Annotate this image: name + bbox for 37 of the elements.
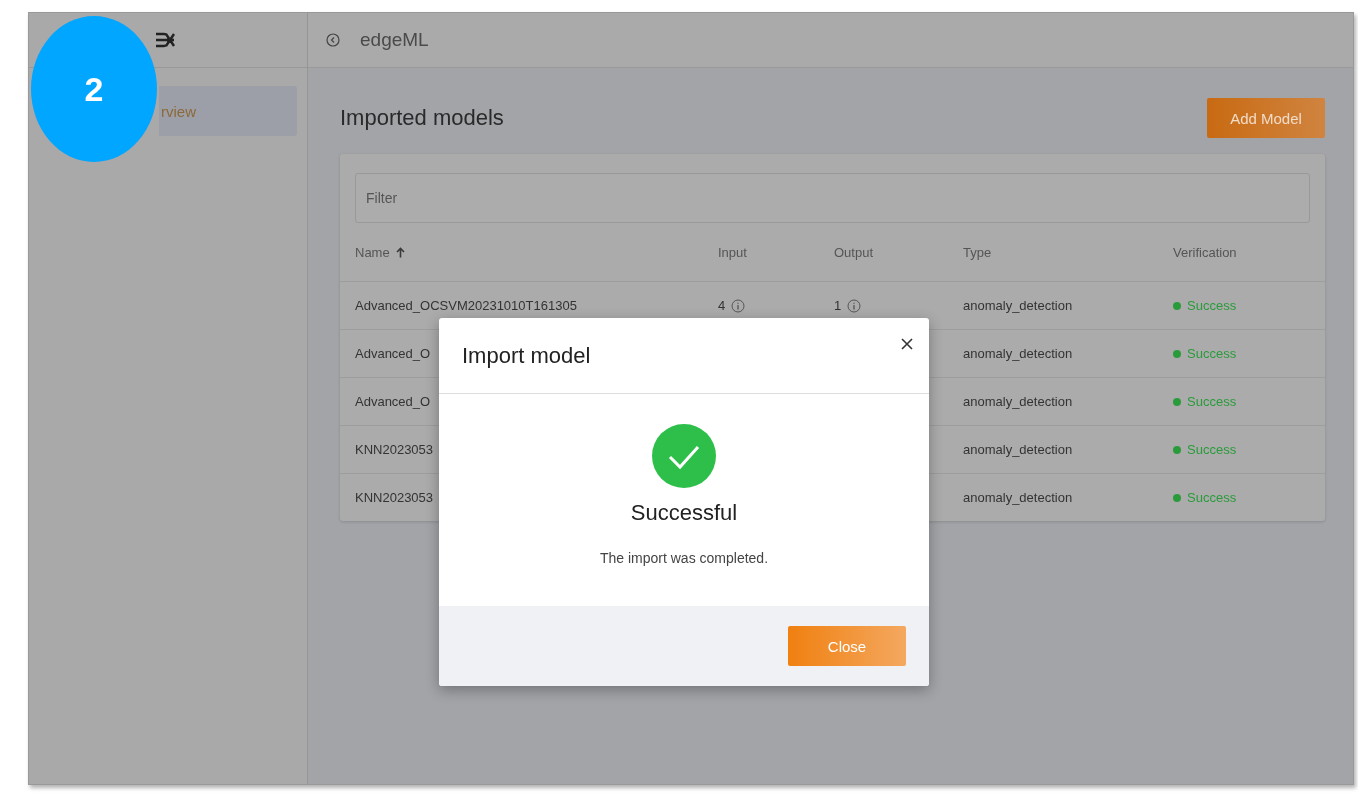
filter-field[interactable]: Filter: [355, 173, 1310, 223]
success-message: The import was completed.: [599, 550, 769, 566]
table-cell: anomaly_detection: [963, 394, 1073, 409]
column-header[interactable]: Type: [963, 244, 992, 260]
verification-status: Success: [1187, 490, 1237, 505]
table-cell: Advanced_OCSVM20231010T161305: [355, 298, 577, 313]
close-button[interactable]: Close: [788, 626, 906, 666]
column-header[interactable]: Input: [718, 244, 747, 260]
info-icon[interactable]: [847, 298, 862, 313]
table-cell: Advanced_O: [355, 394, 431, 409]
table-cell: KNN2023053: [355, 442, 434, 457]
collapse-icon[interactable]: [326, 33, 340, 47]
table-cell: anomaly_detection: [963, 490, 1073, 505]
logo-icon: [154, 31, 176, 49]
column-header[interactable]: Name: [355, 244, 390, 260]
verification-status: Success: [1187, 346, 1237, 361]
app-title: edgeML: [360, 29, 429, 51]
sidebar-item[interactable]: rview: [159, 86, 297, 136]
page-title: Imported models: [340, 105, 504, 131]
check-circle-icon: [652, 424, 716, 488]
column-header[interactable]: Output: [834, 244, 874, 260]
verification-status: Success: [1187, 442, 1237, 457]
table-cell: 1: [834, 298, 842, 313]
dialog-title: Import model: [462, 342, 591, 369]
table-cell: anomaly_detection: [963, 442, 1073, 457]
table-cell: KNN2023053: [355, 490, 434, 505]
info-icon[interactable]: [731, 298, 746, 313]
table-cell: anomaly_detection: [963, 298, 1073, 313]
verification-status: Success: [1187, 394, 1237, 409]
close-icon[interactable]: [901, 338, 913, 350]
table-cell: 4: [718, 298, 726, 313]
table-cell: Advanced_O: [355, 346, 431, 361]
success-heading: Successful: [630, 500, 738, 526]
column-header[interactable]: Verification: [1173, 244, 1237, 260]
verification-status: Success: [1187, 298, 1237, 313]
table-cell: anomaly_detection: [963, 346, 1073, 361]
add-model-button[interactable]: Add Model: [1207, 98, 1325, 138]
